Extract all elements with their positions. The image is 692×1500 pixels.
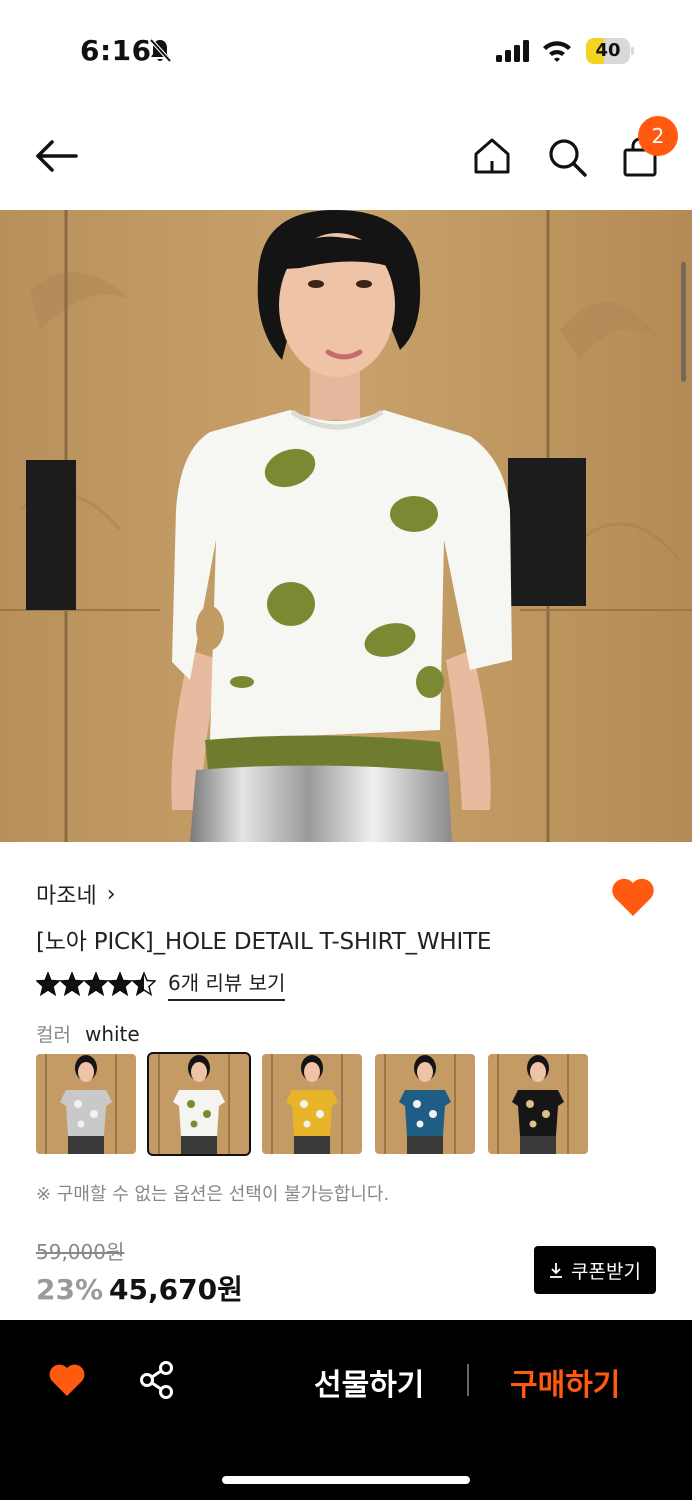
star-full-icon xyxy=(108,972,132,996)
original-price: 59,000원 xyxy=(36,1240,125,1264)
product-photo[interactable] xyxy=(0,210,692,842)
search-icon[interactable] xyxy=(546,136,588,178)
coupon-button[interactable]: 쿠폰받기 xyxy=(534,1246,656,1294)
color-value: white xyxy=(84,1022,140,1046)
download-icon xyxy=(550,1263,563,1278)
discount-rate: 23% xyxy=(36,1273,104,1306)
home-icon[interactable] xyxy=(472,136,512,176)
star-rating xyxy=(36,972,156,996)
bottom-heart-icon[interactable] xyxy=(48,1362,86,1398)
brand-link[interactable]: 마조네 › xyxy=(36,878,116,910)
share-icon[interactable] xyxy=(138,1360,176,1400)
brand-name: 마조네 xyxy=(36,884,97,909)
status-bar: 6:16 40 xyxy=(0,0,692,100)
wifi-icon xyxy=(543,41,571,62)
cart-count-badge: 2 xyxy=(638,116,678,156)
bell-off-icon xyxy=(149,38,172,63)
color-thumbnail-yellow[interactable] xyxy=(262,1054,362,1154)
top-nav: 2 xyxy=(0,100,692,210)
color-thumbnail-black[interactable] xyxy=(488,1054,588,1154)
rating-row: 6개 리뷰 보기 xyxy=(36,967,286,1001)
star-half-icon xyxy=(132,972,156,996)
color-thumbnail-blue[interactable] xyxy=(375,1054,475,1154)
option-note: ※ 구매할 수 없는 옵션은 선택이 불가능합니다. xyxy=(36,1184,390,1205)
coupon-label: 쿠폰받기 xyxy=(571,1260,641,1283)
chevron-right-icon: › xyxy=(106,881,116,907)
price-row: 23% 45,670원 xyxy=(36,1268,243,1308)
back-arrow-icon[interactable] xyxy=(34,138,78,174)
product-title: [노아 PICK]_HOLE DETAIL T-SHIRT_WHITE xyxy=(36,929,492,955)
home-indicator xyxy=(222,1476,470,1484)
wishlist-heart-icon[interactable] xyxy=(610,876,656,918)
star-full-icon xyxy=(36,972,60,996)
star-full-icon xyxy=(60,972,84,996)
signal-icon xyxy=(496,40,529,62)
battery-icon: 40 xyxy=(586,38,634,64)
product-photo-illustration xyxy=(0,210,692,842)
color-option-row: 컬러 white xyxy=(36,1020,140,1047)
bottom-action-bar: 선물하기 구매하기 xyxy=(0,1320,692,1500)
sale-price: 45,670원 xyxy=(109,1273,243,1306)
review-link[interactable]: 6개 리뷰 보기 xyxy=(168,967,286,1001)
buy-button[interactable]: 구매하기 xyxy=(510,1360,620,1404)
battery-level: 40 xyxy=(595,40,621,61)
color-thumbnail-white[interactable] xyxy=(147,1052,251,1156)
color-label: 컬러 xyxy=(36,1024,71,1046)
gift-button[interactable]: 선물하기 xyxy=(314,1360,424,1404)
status-time: 6:16 xyxy=(80,34,152,67)
divider xyxy=(467,1364,469,1396)
color-thumbnail-gray[interactable] xyxy=(36,1054,136,1154)
scroll-indicator[interactable] xyxy=(681,262,686,382)
color-thumbnails xyxy=(36,1052,601,1156)
star-full-icon xyxy=(84,972,108,996)
